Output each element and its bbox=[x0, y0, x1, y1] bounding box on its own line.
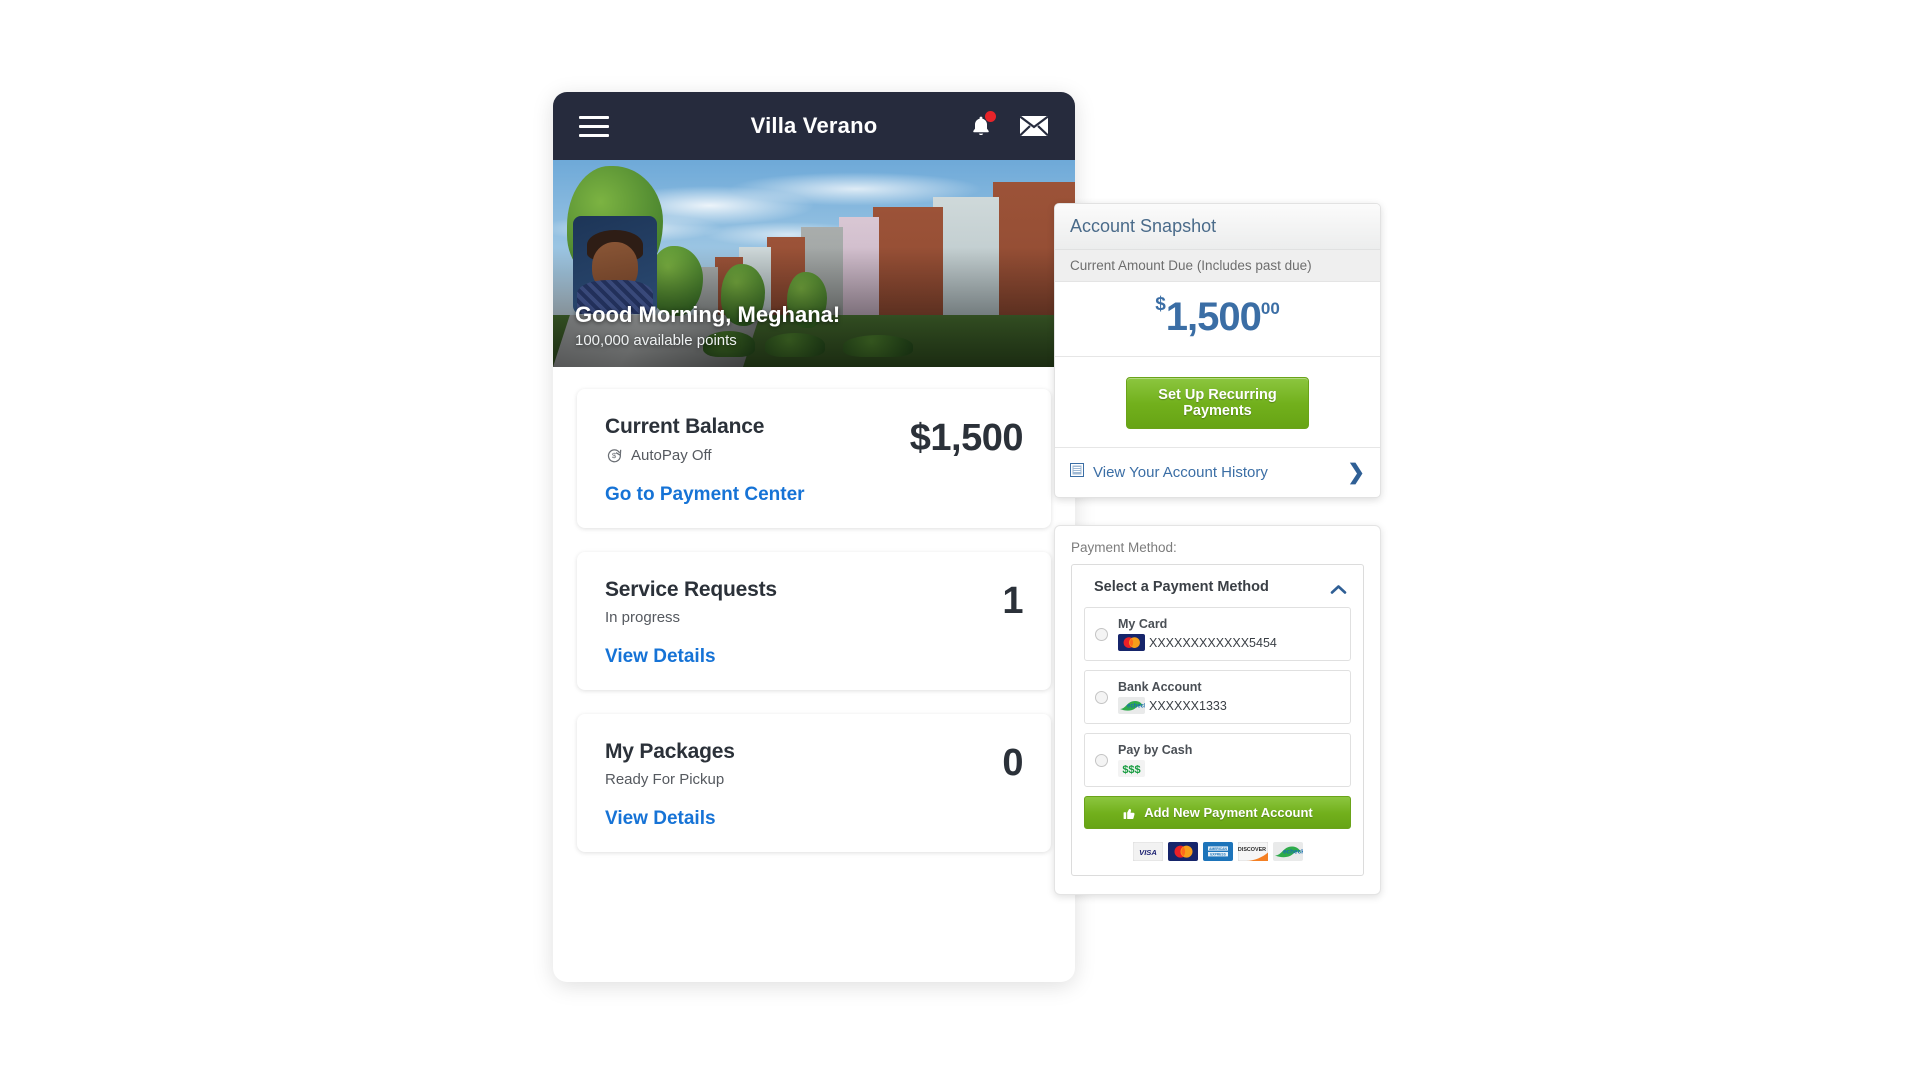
svg-text:AMERICAN: AMERICAN bbox=[1209, 847, 1227, 851]
svg-text:DISCOVER: DISCOVER bbox=[1238, 847, 1266, 853]
radio-button[interactable] bbox=[1095, 753, 1108, 767]
cash-dollars-logo: $$$ bbox=[1118, 760, 1145, 777]
radio-button[interactable] bbox=[1095, 690, 1108, 704]
card-title: Service Requests bbox=[605, 578, 777, 601]
echeck-logo: echeck bbox=[1272, 842, 1305, 861]
payment-method-option-cash[interactable]: Pay by Cash $$$ bbox=[1084, 733, 1351, 787]
payment-method-number-row: $$$ bbox=[1118, 760, 1340, 777]
autopay-off-icon: $ bbox=[605, 446, 623, 464]
account-snapshot-panel: Account Snapshot Current Amount Due (Inc… bbox=[1054, 203, 1381, 498]
radio-button[interactable] bbox=[1095, 627, 1108, 641]
payment-method-option-bank[interactable]: Bank Account echeck XXXXXX1333 bbox=[1084, 670, 1351, 724]
packages-count: 0 bbox=[1002, 742, 1023, 784]
svg-text:echeck: echeck bbox=[1283, 848, 1303, 855]
add-new-payment-account-label: Add New Payment Account bbox=[1144, 805, 1313, 820]
payment-method-details: My Card XXXXXXXXXXXX5454 bbox=[1118, 617, 1340, 651]
amex-logo: AMERICAN EXPRESS bbox=[1202, 842, 1233, 861]
mastercard-logo bbox=[1167, 842, 1198, 861]
card-title: My Packages bbox=[605, 740, 735, 763]
notification-badge bbox=[985, 111, 996, 122]
current-amount-due-label: Current Amount Due (Includes past due) bbox=[1055, 250, 1380, 282]
payment-method-details: Bank Account echeck XXXXXX1333 bbox=[1118, 680, 1340, 714]
card-subtitle: $ AutoPay Off bbox=[605, 446, 910, 464]
go-to-payment-center-link[interactable]: Go to Payment Center bbox=[605, 484, 805, 506]
service-requests-card: Service Requests In progress 1 View Deta… bbox=[577, 552, 1051, 690]
app-content: Current Balance $ AutoPay Off $1,500 Go … bbox=[553, 367, 1075, 852]
service-requests-count: 1 bbox=[1002, 580, 1023, 622]
add-new-payment-account-button[interactable]: Add New Payment Account bbox=[1084, 796, 1351, 829]
echeck-logo: echeck bbox=[1118, 697, 1148, 714]
payment-method-name: Bank Account bbox=[1118, 680, 1202, 694]
hamburger-icon[interactable] bbox=[579, 115, 609, 137]
discover-logo: DISCOVER bbox=[1237, 841, 1268, 862]
chevron-right-icon: ❯ bbox=[1347, 461, 1365, 484]
payment-method-box: Select a Payment Method My Card XXXXXXXX… bbox=[1071, 564, 1364, 876]
autopay-status-label: AutoPay Off bbox=[631, 446, 712, 464]
thumbs-up-icon bbox=[1122, 806, 1136, 820]
payment-method-label: Payment Method: bbox=[1071, 540, 1177, 555]
chevron-up-icon[interactable] bbox=[1330, 582, 1347, 594]
card-subtitle: Ready For Pickup bbox=[605, 771, 725, 788]
packages-view-details-link[interactable]: View Details bbox=[605, 808, 716, 830]
hero-image: Good Morning, Meghana! 100,000 available… bbox=[553, 160, 1075, 367]
payment-method-option-card[interactable]: My Card XXXXXXXXXXXX5454 bbox=[1084, 607, 1351, 661]
view-account-history-link[interactable]: View Your Account History bbox=[1093, 464, 1338, 481]
svg-text:$$$: $$$ bbox=[1122, 764, 1140, 776]
greeting-text: Good Morning, Meghana! bbox=[575, 302, 841, 327]
amount-main: 1,500 bbox=[1165, 295, 1262, 339]
svg-text:EXPRESS: EXPRESS bbox=[1210, 852, 1226, 856]
mastercard-logo bbox=[1118, 634, 1145, 651]
payment-method-number: XXXXXXXXXXXX5454 bbox=[1149, 635, 1277, 650]
service-requests-view-details-link[interactable]: View Details bbox=[605, 646, 716, 668]
visa-logo: VISA bbox=[1132, 841, 1163, 862]
app-header: Villa Verano bbox=[553, 92, 1075, 160]
payment-method-details: Pay by Cash $$$ bbox=[1118, 743, 1340, 777]
amount-cents: 00 bbox=[1260, 299, 1280, 318]
amount-due-value: $1,50000 bbox=[1055, 282, 1380, 357]
select-payment-method-label: Select a Payment Method bbox=[1094, 579, 1269, 595]
payment-method-name: My Card bbox=[1118, 617, 1168, 631]
avatar bbox=[573, 216, 657, 314]
header-icon-group bbox=[969, 111, 1049, 139]
hero-text-block: Good Morning, Meghana! 100,000 available… bbox=[575, 302, 840, 349]
view-account-history-row[interactable]: View Your Account History ❯ bbox=[1055, 447, 1380, 497]
document-icon bbox=[1070, 463, 1084, 482]
accepted-payment-brands: VISA AMERICAN EXPRESS DISCOVER echeck bbox=[1084, 841, 1351, 862]
svg-text:echeck: echeck bbox=[1127, 703, 1145, 709]
card-title: Current Balance bbox=[605, 415, 765, 438]
my-packages-card: My Packages Ready For Pickup 0 View Deta… bbox=[577, 714, 1051, 852]
select-payment-method-dropdown[interactable]: Select a Payment Method bbox=[1084, 577, 1351, 607]
notification-bell-icon[interactable] bbox=[969, 111, 996, 139]
payment-method-name: Pay by Cash bbox=[1118, 743, 1193, 757]
payment-method-panel: Payment Method: Select a Payment Method … bbox=[1054, 525, 1381, 895]
screenshot-root: Villa Verano Good Morning, Meghana! 100,… bbox=[0, 0, 1920, 1080]
card-subtitle: In progress bbox=[605, 609, 681, 626]
current-balance-card: Current Balance $ AutoPay Off $1,500 Go … bbox=[577, 389, 1051, 528]
balance-amount: $1,500 bbox=[909, 417, 1024, 459]
points-text: 100,000 available points bbox=[575, 332, 737, 349]
payment-method-number-row: XXXXXXXXXXXX5454 bbox=[1118, 634, 1340, 651]
svg-text:$: $ bbox=[612, 451, 617, 460]
payment-method-number: XXXXXX1333 bbox=[1149, 698, 1227, 713]
svg-text:VISA: VISA bbox=[1139, 848, 1157, 857]
envelope-icon[interactable] bbox=[1019, 115, 1049, 137]
currency-symbol: $ bbox=[1155, 294, 1166, 315]
account-snapshot-title: Account Snapshot bbox=[1055, 204, 1380, 250]
mobile-app-frame: Villa Verano Good Morning, Meghana! 100,… bbox=[553, 92, 1075, 982]
set-up-recurring-payments-button[interactable]: Set Up Recurring Payments bbox=[1126, 377, 1309, 429]
payment-method-number-row: echeck XXXXXX1333 bbox=[1118, 697, 1340, 714]
